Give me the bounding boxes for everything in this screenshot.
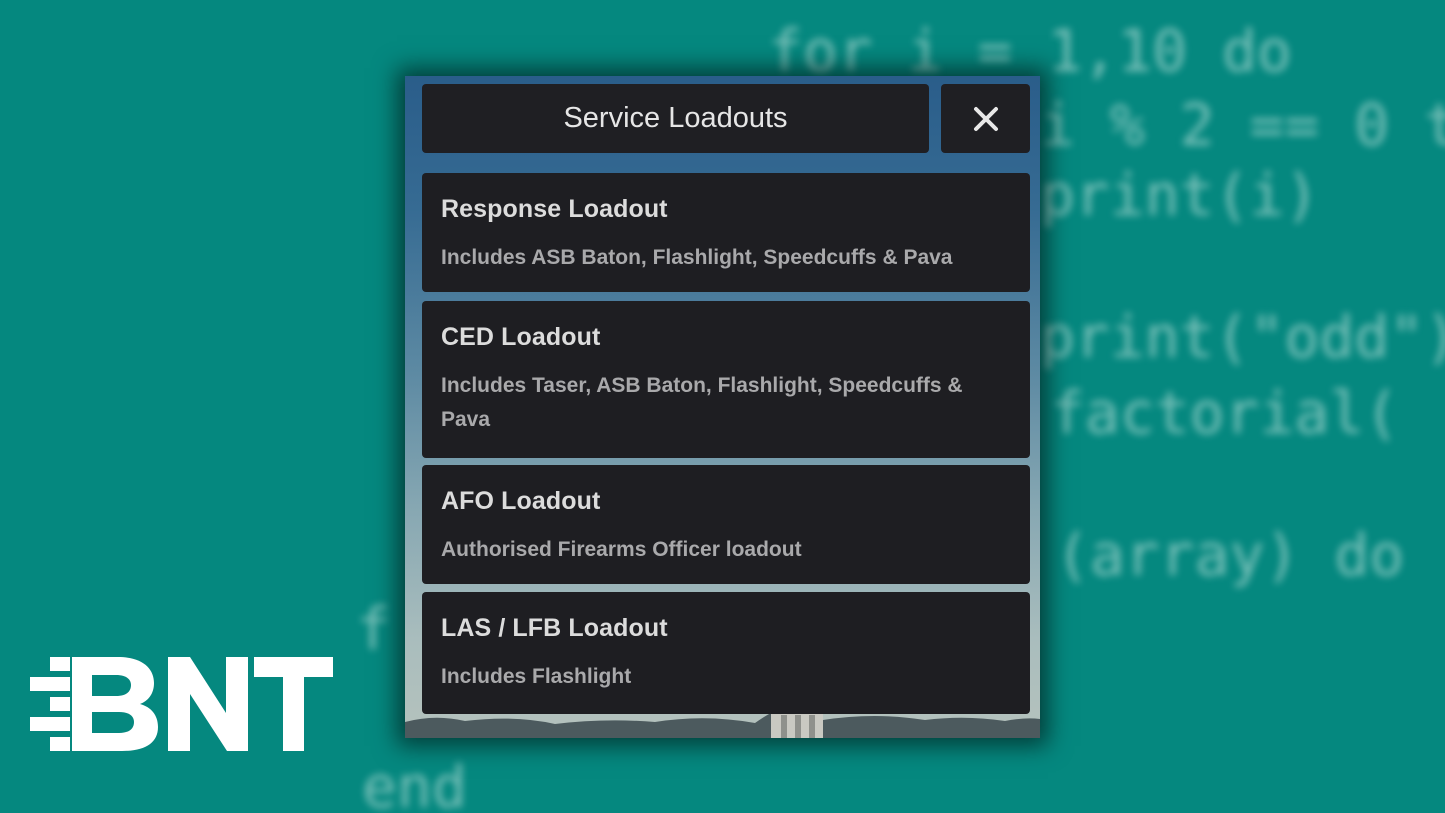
dialog-header: Service Loadouts	[422, 84, 929, 153]
background-code-line: end	[362, 753, 467, 813]
background-code-line: f	[356, 595, 391, 663]
loadout-description: Includes Flashlight	[441, 665, 632, 688]
screen: for i = 1,10 do i % 2 == 0 then print(i)…	[0, 0, 1445, 813]
background-code-line: print("odd")	[1040, 303, 1445, 371]
background-hills	[405, 712, 1040, 738]
background-code-line: i % 2 == 0 then	[1040, 91, 1445, 159]
background-code-line: factorial(	[1050, 379, 1400, 447]
loadout-option-afo[interactable]: AFO Loadout Authorised Firearms Officer …	[422, 465, 1030, 584]
close-button[interactable]	[941, 84, 1030, 153]
dialog-title: Service Loadouts	[563, 102, 788, 134]
loadout-option-las-lfb[interactable]: LAS / LFB Loadout Includes Flashlight	[422, 592, 1030, 714]
loadout-title: AFO Loadout	[441, 487, 601, 515]
loadout-title: CED Loadout	[441, 323, 601, 351]
bnt-logo	[30, 657, 333, 751]
loadout-title: Response Loadout	[441, 195, 668, 223]
close-icon	[973, 106, 998, 131]
background-code-line: for i = 1,10 do	[768, 17, 1292, 85]
loadout-description: Authorised Firearms Officer loadout	[441, 538, 802, 561]
background-code-line: print(i)	[1040, 161, 1320, 229]
loadout-option-response[interactable]: Response Loadout Includes ASB Baton, Fla…	[422, 173, 1030, 292]
loadout-description: Includes Taser, ASB Baton, Flashlight, S…	[441, 374, 963, 431]
loadout-title: LAS / LFB Loadout	[441, 614, 668, 642]
background-code-line: (array) do	[1055, 521, 1405, 589]
loadout-option-ced[interactable]: CED Loadout Includes Taser, ASB Baton, F…	[422, 301, 1030, 458]
service-loadouts-dialog: Service Loadouts Response Loadout Includ…	[405, 76, 1040, 738]
loadout-description: Includes ASB Baton, Flashlight, Speedcuf…	[441, 246, 953, 269]
